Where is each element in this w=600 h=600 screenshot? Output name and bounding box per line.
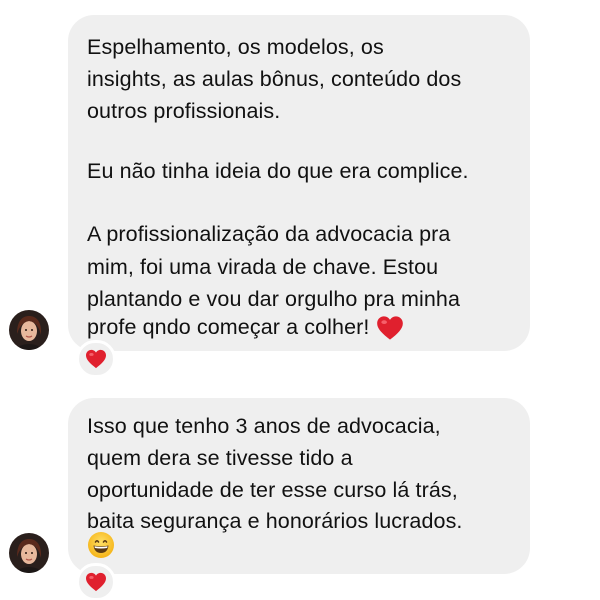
- message-text-line-with-emoji: profe qndo começar a colher!: [87, 311, 404, 343]
- message-text-line: Isso que tenho 3 anos de advocacia,: [87, 414, 441, 438]
- message-text-line: profe qndo começar a colher!: [87, 315, 370, 339]
- message-text-line: quem dera se tivesse tido a: [87, 446, 353, 470]
- red-heart-emoji: [86, 349, 106, 369]
- message-text-line: A profissionalização da advocacia pra: [87, 222, 451, 246]
- avatar-image: [9, 533, 49, 573]
- message-text-line: oportunidade de ter esse curso lá trás,: [87, 478, 458, 502]
- message-text-line: mim, foi uma virada de chave. Estou: [87, 255, 439, 279]
- avatar[interactable]: [9, 533, 49, 573]
- message-text-line: Espelhamento, os modelos, os: [87, 35, 384, 59]
- grinning-face-emoji-glyph: [88, 532, 114, 558]
- grinning-face-emoji: [87, 531, 115, 559]
- message-text-line: Eu não tinha ideia do que era complice.: [87, 159, 469, 183]
- heart-reaction[interactable]: [76, 340, 116, 378]
- message-text-line: insights, as aulas bônus, conteúdo dos: [87, 67, 462, 91]
- avatar[interactable]: [9, 310, 49, 350]
- message-text-line: baita segurança e honorários lucrados.: [87, 509, 463, 533]
- avatar-image: [9, 310, 49, 350]
- red-heart-emoji: [86, 572, 106, 592]
- message-text-line: outros profissionais.: [87, 99, 281, 123]
- heart-reaction[interactable]: [76, 563, 116, 600]
- red-heart-emoji: [376, 316, 403, 340]
